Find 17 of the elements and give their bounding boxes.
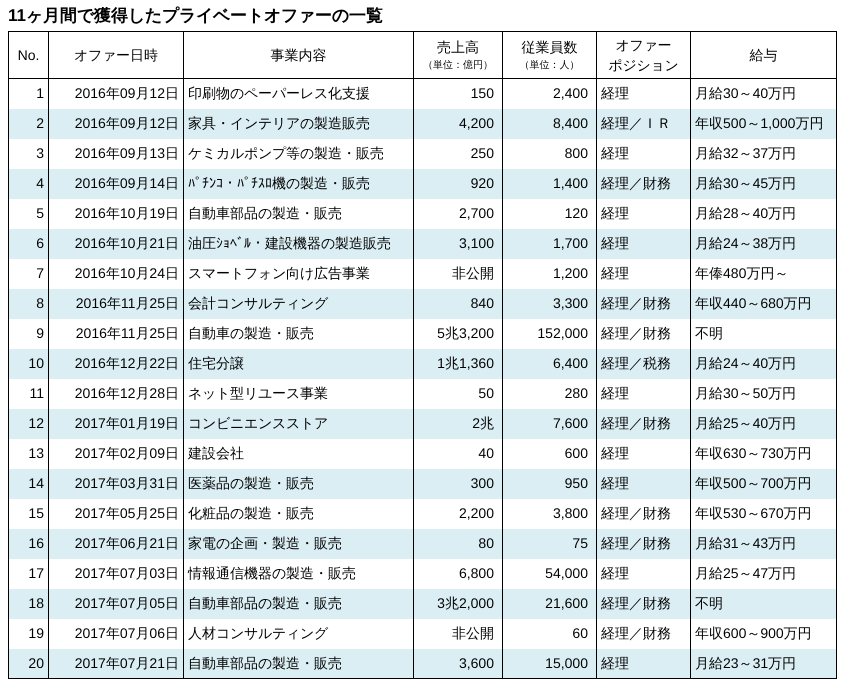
table-title: 11ヶ月間で獲得したプライベートオファーの一覧 (8, 4, 383, 27)
column-header: 給与 (750, 46, 778, 64)
table-cell: 2017年07月21日 (48, 648, 184, 678)
column-unit: （単位：億円） (422, 58, 494, 72)
column-header: 従業員数 (522, 38, 578, 56)
table-cell: 経理 (596, 648, 690, 678)
column-header: オファー日時 (74, 46, 158, 64)
column-header: No. (18, 46, 40, 64)
table-cell: 15,000 (502, 648, 596, 678)
column-header: 売上高 (437, 38, 479, 56)
column-unit: （単位：人） (518, 58, 580, 72)
table-cell: 月給23～31万円 (690, 648, 836, 678)
table-cell: 自動車部品の製造・販売 (184, 648, 414, 678)
column-header: オファー ポジション (608, 36, 678, 74)
column-header: 事業内容 (270, 46, 326, 64)
table-cell: 3,600 (414, 648, 502, 678)
table-cell: 20 (8, 648, 48, 678)
